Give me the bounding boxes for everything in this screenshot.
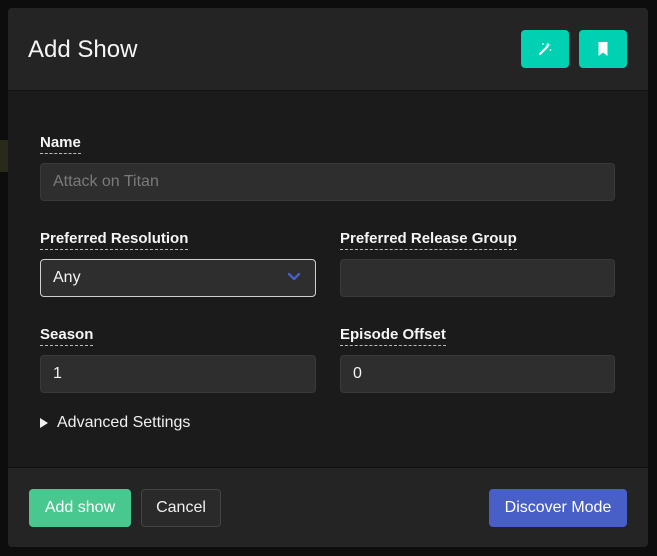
- add-show-button[interactable]: Add show: [29, 489, 131, 527]
- bookmark-button[interactable]: [579, 30, 627, 68]
- advanced-settings-toggle[interactable]: Advanced Settings: [40, 414, 190, 432]
- resolution-selected-value: Any: [53, 269, 81, 286]
- advanced-settings-label: Advanced Settings: [57, 414, 191, 431]
- modal-body: Name Preferred Resolution Any Preferred …: [8, 91, 648, 467]
- cancel-button[interactable]: Cancel: [141, 489, 221, 527]
- magic-wand-icon: [538, 42, 552, 56]
- magic-wand-button[interactable]: [521, 30, 569, 68]
- name-input[interactable]: [40, 163, 615, 201]
- add-show-modal: Add Show Name Preferred Resolution Any: [8, 8, 648, 547]
- release-group-label: Preferred Release Group: [340, 230, 517, 250]
- episode-offset-input[interactable]: [340, 355, 615, 393]
- chevron-down-icon: [287, 272, 301, 281]
- resolution-select[interactable]: Any: [40, 259, 316, 297]
- triangle-right-icon: [40, 418, 48, 428]
- discover-mode-button[interactable]: Discover Mode: [489, 489, 627, 527]
- season-label: Season: [40, 326, 94, 346]
- release-group-input[interactable]: [340, 259, 615, 297]
- season-input[interactable]: [40, 355, 316, 393]
- bookmark-icon: [598, 42, 608, 56]
- modal-header: Add Show: [8, 8, 648, 91]
- name-label: Name: [40, 134, 81, 154]
- episode-offset-label: Episode Offset: [340, 326, 446, 346]
- resolution-label: Preferred Resolution: [40, 230, 189, 250]
- background-thumbnail: [0, 140, 8, 172]
- modal-footer: Add show Cancel Discover Mode: [8, 467, 648, 547]
- modal-title: Add Show: [28, 36, 138, 63]
